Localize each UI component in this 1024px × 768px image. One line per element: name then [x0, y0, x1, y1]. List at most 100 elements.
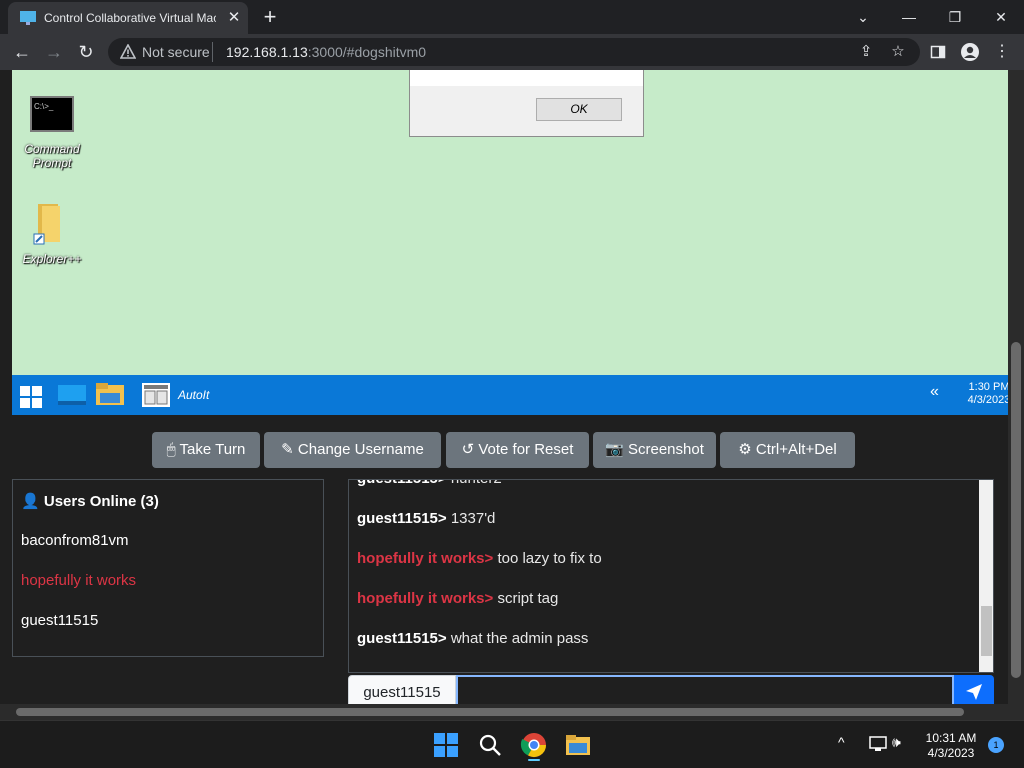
vote-reset-label: Vote for Reset — [478, 441, 574, 458]
warning-icon — [120, 44, 136, 59]
browser-toolbar: ← → ↻ Not secure 192.168.1.13:3000/#dogs… — [0, 34, 1024, 70]
tab-title: Control Collaborative Virtual Machine — [44, 11, 216, 25]
forward-button[interactable]: → — [40, 38, 68, 66]
restore-button[interactable]: ❐ — [932, 4, 978, 30]
chat-message: guest11515> what the admin pass — [357, 630, 588, 647]
page-horizontal-scrollbar-thumb[interactable] — [16, 708, 964, 716]
chat-username: guest11515 — [357, 510, 438, 527]
show-hidden-icons-chevron-icon[interactable]: ^ — [838, 734, 845, 750]
system-clock-date: 4/3/2023 — [927, 746, 975, 760]
vm-clock[interactable]: 1:30 PM 4/3/2023 — [964, 381, 1008, 407]
chat-separator: > — [437, 510, 447, 527]
windows-start-icon[interactable] — [430, 729, 462, 761]
mouse-icon: 🖱 — [166, 441, 176, 458]
reload-button[interactable]: ↻ — [72, 38, 100, 66]
vm-screen[interactable]: C:\>_ Command Prompt Explorer++ OK AutoI… — [12, 70, 1008, 415]
ctrl-alt-del-button[interactable]: ⚙ Ctrl+Alt+Del — [720, 432, 855, 468]
folder-icon — [33, 204, 60, 245]
user-edit-icon: ✎ — [281, 441, 294, 458]
bookmark-star-icon[interactable]: ☆ — [888, 42, 908, 62]
user-item[interactable]: baconfrom81vm — [21, 532, 129, 549]
chat-scrollbar-thumb[interactable] — [981, 606, 992, 656]
menu-icon[interactable]: ⋮ — [988, 38, 1016, 66]
page-content: C:\>_ Command Prompt Explorer++ OK AutoI… — [0, 70, 1008, 704]
user-icon: 👤 — [21, 493, 40, 510]
volume-icon[interactable]: 🕪 — [892, 734, 901, 751]
take-turn-label: Take Turn — [179, 441, 246, 458]
vm-clock-time: 1:30 PM — [968, 381, 1008, 393]
system-clock[interactable]: 10:31 AM 4/3/2023 — [916, 731, 986, 761]
desktop-app-icon[interactable] — [58, 385, 86, 407]
chat-separator: > — [484, 550, 494, 567]
screenshot-button[interactable]: 📷 Screenshot — [593, 432, 716, 468]
screenshot-label: Screenshot — [627, 441, 704, 458]
side-panel-icon[interactable] — [924, 38, 952, 66]
not-secure-label[interactable]: Not secure — [142, 44, 210, 60]
camera-icon: 📷 — [605, 441, 624, 458]
page-vertical-scrollbar[interactable] — [1008, 70, 1024, 704]
chat-text: script tag — [497, 590, 559, 607]
windows-taskbar: ^ 🕪 10:31 AM 4/3/2023 1 — [0, 720, 1024, 768]
chrome-icon[interactable] — [518, 729, 550, 761]
close-window-button[interactable]: ✕ — [978, 4, 1024, 30]
chat-text: 1337'd — [450, 510, 496, 527]
autoit-window-icon — [142, 383, 170, 407]
user-item[interactable]: guest11515 — [21, 612, 98, 629]
vote-reset-button[interactable]: ↺ Vote for Reset — [446, 432, 589, 468]
page-vertical-scrollbar-thumb[interactable] — [1011, 342, 1021, 678]
chat-text: too lazy to fix to — [497, 550, 602, 567]
chat-message: guest11515> hunter2 — [357, 480, 502, 487]
reset-icon: ↺ — [461, 441, 475, 458]
system-clock-time: 10:31 AM — [925, 731, 977, 745]
desktop-icon-label: Explorer++ — [22, 252, 82, 266]
chat-input[interactable] — [456, 675, 954, 704]
send-button[interactable] — [954, 675, 994, 704]
taskbar-app-label: AutoIt — [178, 388, 210, 402]
taskbar-app-autoit[interactable]: AutoIt — [140, 379, 250, 411]
vm-control-bar: 🖱 Take Turn ✎ Change Username ↺ Vote for… — [0, 432, 1008, 468]
chat-username: hopefully it works — [357, 590, 485, 607]
url-path: :3000/#dogshitvm0 — [307, 44, 427, 60]
user-item[interactable]: hopefully it works — [21, 572, 136, 589]
change-username-button[interactable]: ✎ Change Username — [264, 432, 441, 468]
profile-icon[interactable] — [956, 38, 984, 66]
chat-separator: > — [437, 630, 447, 647]
chat-log[interactable]: guest11515> hunter2 guest11515> 1337'd h… — [348, 479, 994, 673]
url-host: 192.168.1.13 — [226, 44, 308, 60]
chat-message: hopefully it works> script tag — [357, 590, 558, 607]
address-bar[interactable]: Not secure 192.168.1.13:3000/#dogshitvm0… — [108, 38, 920, 66]
back-button[interactable]: ← — [8, 38, 36, 66]
search-icon[interactable] — [474, 729, 506, 761]
url-separator — [212, 42, 213, 62]
chat-username: hopefully it works — [357, 550, 485, 567]
change-username-label: Change Username — [297, 441, 424, 458]
windows-start-icon[interactable] — [20, 386, 42, 408]
chat-message: hopefully it works> too lazy to fix to — [357, 550, 602, 567]
chat-separator: > — [438, 480, 447, 487]
show-hidden-icons-chevron-icon[interactable]: « — [930, 383, 939, 401]
browser-tab-strip: Control Collaborative Virtual Machine ✕ … — [0, 0, 1024, 34]
notification-badge[interactable]: 1 — [988, 737, 1004, 753]
minimize-button[interactable]: — — [886, 4, 932, 30]
share-icon[interactable]: ⇪ — [856, 42, 876, 62]
desktop-icon-label: Command Prompt — [24, 142, 80, 170]
dialog-ok-button[interactable]: OK — [536, 98, 622, 121]
close-tab-icon[interactable]: ✕ — [224, 8, 244, 28]
browser-tab[interactable]: Control Collaborative Virtual Machine ✕ — [8, 2, 248, 34]
take-turn-button[interactable]: 🖱 Take Turn — [152, 432, 260, 468]
new-tab-button[interactable]: + — [258, 6, 282, 30]
file-explorer-icon[interactable] — [96, 383, 124, 407]
page-horizontal-scrollbar[interactable] — [0, 704, 1008, 720]
file-explorer-icon[interactable] — [562, 729, 594, 761]
chat-separator: > — [484, 590, 494, 607]
ctrl-alt-del-label: Ctrl+Alt+Del — [755, 441, 837, 458]
chat-scrollbar[interactable] — [979, 480, 993, 672]
chat-message: guest11515> 1337'd — [357, 510, 495, 527]
users-online-title: 👤 Users Online (3) — [21, 492, 159, 510]
users-online-heading: Users Online (3) — [43, 493, 159, 510]
users-online-panel: 👤 Users Online (3) baconfrom81vm hopeful… — [12, 479, 324, 657]
gear-icon: ⚙ — [738, 441, 752, 458]
username-tag: guest11515 — [348, 675, 456, 704]
tab-search-icon[interactable]: ⌄ — [840, 4, 886, 30]
network-icon[interactable] — [868, 735, 888, 753]
